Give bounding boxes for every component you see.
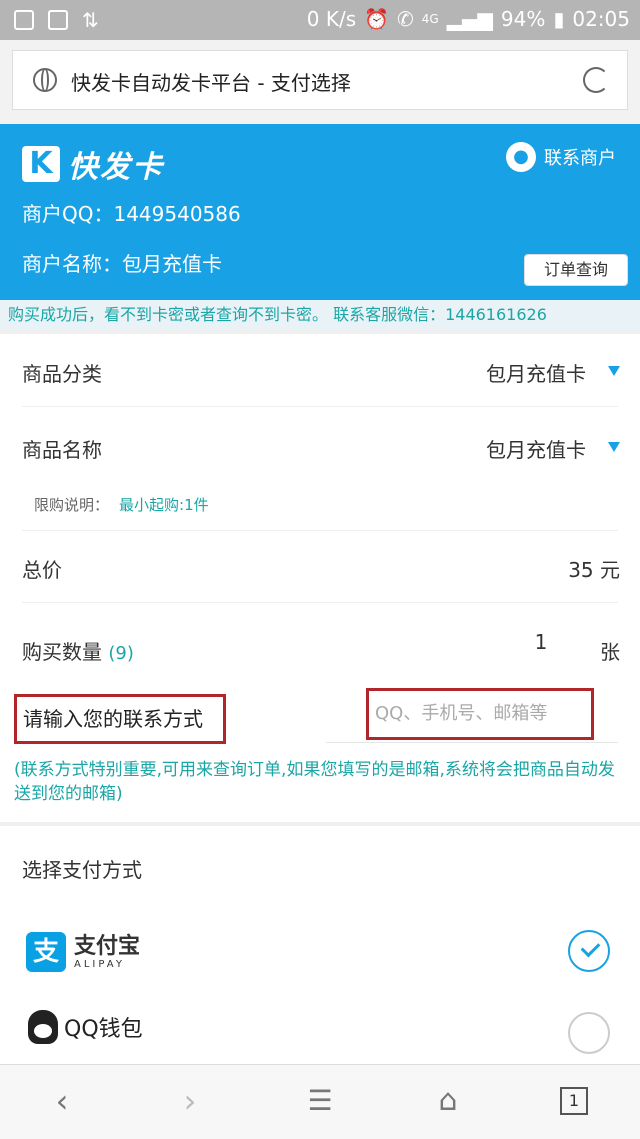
alipay-sub-label: ALIPAY [74,958,125,970]
quantity-input[interactable]: 1 [530,630,552,654]
qq-penguin-icon [28,1010,58,1044]
reload-icon[interactable] [583,67,609,93]
contact-label: 请输入您的联系方式 [14,694,226,744]
chevron-down-icon [608,442,620,452]
quantity-unit: 张 [600,640,620,664]
net-speed: 0 K/s [306,7,357,31]
category-select[interactable]: 包月充值卡 [486,358,586,387]
logo: K 快发卡 [22,142,164,186]
alipay-label: 支付宝 [74,933,141,959]
contact-merchant-label: 联系商户 [544,148,616,169]
category-label: 商品分类 [22,362,102,386]
notification-icon [14,10,34,30]
network-type: 4G [421,12,439,26]
browser-nav-bar: ‹ › ☰ ⌂ 1 [0,1064,640,1139]
browser-toolbar: 快发卡自动发卡平台 - 支付选择 [0,40,640,124]
qq-icon: ● [506,142,536,172]
limit-label: 限购说明： [34,496,110,514]
battery-level: 94% [500,7,546,31]
alipay-radio[interactable] [568,930,610,972]
qq-wallet-radio[interactable] [568,1012,610,1054]
image-icon [48,10,68,30]
menu-icon[interactable]: ☰ [302,1083,338,1119]
purchase-limit: 限购说明： 最小起购:1件 [34,494,209,515]
order-form: 商品分类 包月充值卡 商品名称 包月充值卡 限购说明： 最小起购:1件 总价 35… [0,334,640,822]
divider [22,602,618,603]
phone-icon: ✆ [397,7,414,31]
address-bar[interactable]: 快发卡自动发卡平台 - 支付选择 [12,50,628,110]
merchant-qq: 商户QQ：1449540586 [22,202,241,226]
back-icon[interactable]: ‹ [44,1083,80,1119]
shop-header: K 快发卡 ● 联系商户 商户QQ：1449540586 商户名称：包月充值卡 … [0,124,640,300]
contact-merchant-button[interactable]: ● 联系商户 [506,142,616,172]
quantity-label-wrap: 购买数量 (9) [22,636,134,665]
contact-help-text: (联系方式特别重要,可用来查询订单,如果您填写的是邮箱,系统将会把商品自动发送到… [14,760,615,804]
logo-icon: K [22,146,60,182]
total-label: 总价 [22,558,62,582]
order-query-button[interactable]: 订单查询 [524,254,628,286]
limit-value: 最小起购:1件 [119,496,209,514]
merchant-name: 商户名称：包月充值卡 [22,252,222,276]
qq-wallet-label: QQ钱包 [64,1017,143,1042]
product-select[interactable]: 包月充值卡 [486,434,586,463]
alipay-option[interactable]: 支 支付宝 ALIPAY [26,932,140,972]
usb-icon: ⇅ [82,8,99,32]
divider [326,742,618,743]
alipay-icon: 支 [26,932,66,972]
logo-text: 快发卡 [68,150,164,185]
stock-count: (9) [108,643,134,664]
battery-icon: ▮ [553,7,565,31]
clock: 02:05 [572,7,630,31]
globe-icon [33,68,57,92]
page-title: 快发卡自动发卡平台 - 支付选择 [71,71,351,95]
payment-title: 选择支付方式 [22,858,142,882]
signal-icon: ▂▄▆ [446,7,493,31]
alarm-icon: ⏰ [364,7,390,31]
quantity-label: 购买数量 [22,640,102,664]
product-name-label: 商品名称 [22,438,102,462]
payment-section: 选择支付方式 支 支付宝 ALIPAY QQ钱包 [0,826,640,1064]
notice-banner: 购买成功后，看不到卡密或者查询不到卡密。 联系客服微信：1446161626 [0,300,640,330]
divider [22,530,618,531]
tabs-button[interactable]: 1 [560,1087,588,1115]
forward-icon[interactable]: › [172,1083,208,1119]
qq-wallet-option[interactable]: QQ钱包 [28,1010,143,1044]
chevron-down-icon [608,366,620,376]
home-icon[interactable]: ⌂ [430,1083,466,1119]
total-value: 35 元 [568,558,620,582]
status-bar: ⇅ 0 K/s ⏰ ✆ 4G ▂▄▆ 94% ▮ 02:05 [0,0,640,40]
divider [22,406,618,407]
contact-input[interactable]: QQ、手机号、邮箱等 [366,688,594,740]
